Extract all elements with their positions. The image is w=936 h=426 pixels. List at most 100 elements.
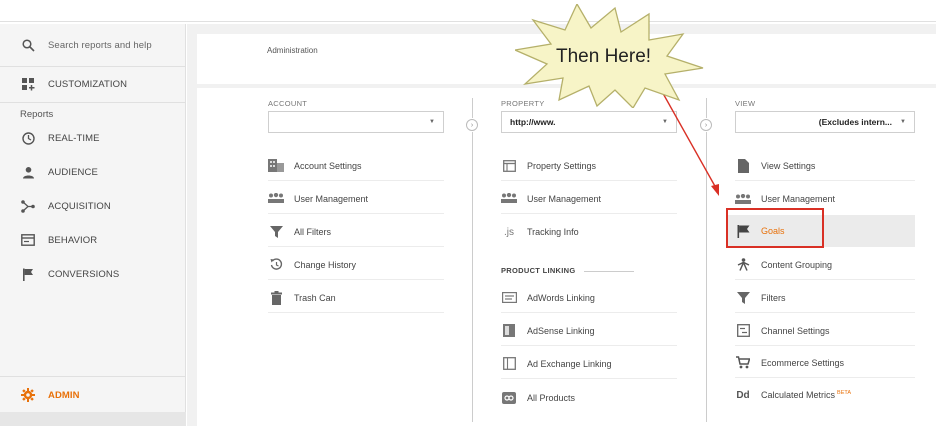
menu-item-label: AdWords Linking: [527, 292, 595, 303]
column-divider: [472, 132, 473, 422]
goals-highlight-box: [726, 208, 824, 248]
acquisition-icon: [20, 198, 36, 214]
adsense-icon: [501, 323, 517, 339]
beta-badge: BETA: [837, 390, 851, 396]
menu-item-channel-settings[interactable]: Channel Settings: [735, 316, 915, 346]
sidebar-item-realtime[interactable]: REAL-TIME: [0, 121, 186, 155]
filter-icon: [735, 290, 751, 306]
sidebar-item-audience[interactable]: AUDIENCE: [0, 155, 186, 189]
page-title: Administration: [267, 46, 318, 55]
users-icon: [735, 191, 751, 207]
sidebar-item-label: ADMIN: [48, 389, 80, 401]
sidebar-divider: [0, 376, 186, 377]
menu-item-all-filters[interactable]: All Filters: [268, 217, 444, 247]
document-icon: [735, 158, 751, 174]
view-select-value: (Excludes intern...: [818, 117, 892, 127]
menu-item-label: View Settings: [761, 160, 816, 171]
menu-item-adwords-linking[interactable]: AdWords Linking: [501, 283, 677, 313]
menu-item-ad-exchange-linking[interactable]: Ad Exchange Linking: [501, 349, 677, 379]
person-icon: [20, 164, 36, 180]
top-bar: [0, 0, 936, 22]
chevron-down-icon: ▼: [900, 119, 906, 125]
menu-item-label: Content Grouping: [761, 259, 833, 270]
column-divider: [706, 132, 707, 422]
menu-item-label: Trash Can: [294, 292, 336, 303]
product-linking-header: PRODUCT LINKING: [501, 266, 634, 275]
view-column-label: VIEW: [735, 99, 756, 108]
account-column-label: ACCOUNT: [268, 99, 308, 108]
reports-section-label: Reports: [20, 109, 54, 120]
property-select[interactable]: http://www. ▼: [501, 111, 677, 133]
menu-item-label: User Management: [761, 194, 836, 204]
column-divider: [472, 98, 473, 118]
menu-item-label: Calculated Metrics BETA: [761, 390, 851, 400]
menu-item-property-settings[interactable]: Property Settings: [501, 151, 677, 181]
sidebar-item-label: ACQUISITION: [48, 200, 111, 212]
menu-item-label: Filters: [761, 292, 786, 303]
sidebar-item-label: AUDIENCE: [48, 166, 98, 178]
menu-item-label: AdSense Linking: [527, 325, 595, 336]
grouping-icon: [735, 257, 751, 273]
menu-item-trash-can[interactable]: Trash Can: [268, 283, 444, 313]
menu-item-calculated-metrics[interactable]: Dd Calculated Metrics BETA: [735, 380, 915, 410]
sidebar-item-customization[interactable]: CUSTOMIZATION: [0, 67, 186, 101]
sidebar-item-label: CUSTOMIZATION: [48, 78, 128, 90]
sidebar-item-label: BEHAVIOR: [48, 234, 98, 246]
view-select[interactable]: (Excludes intern... ▼: [735, 111, 915, 133]
menu-item-label: Change History: [294, 259, 357, 270]
menu-item-all-products[interactable]: All Products: [501, 383, 677, 413]
js-icon: .js: [504, 226, 514, 238]
search-icon: [20, 37, 36, 53]
customization-icon: [20, 76, 36, 92]
building-icon: [268, 158, 284, 174]
history-icon: [268, 257, 284, 273]
menu-item-tracking-info[interactable]: .js Tracking Info: [501, 217, 677, 247]
sidebar-item-label: REAL-TIME: [48, 132, 100, 144]
menu-item-label: All Filters: [294, 226, 332, 237]
trash-icon: [268, 290, 284, 306]
sidebar-item-conversions[interactable]: CONVERSIONS: [0, 257, 186, 291]
chevron-down-icon: ▼: [662, 119, 668, 125]
adwords-icon: [501, 290, 517, 306]
menu-item-property-user-management[interactable]: User Management: [501, 184, 677, 214]
menu-item-change-history[interactable]: Change History: [268, 250, 444, 280]
behavior-icon: [20, 232, 36, 248]
search-placeholder: Search reports and help: [48, 39, 152, 51]
menu-item-ecommerce-settings[interactable]: Ecommerce Settings: [735, 348, 915, 378]
sidebar-collapse-bar[interactable]: [0, 412, 186, 426]
menu-item-filters[interactable]: Filters: [735, 283, 915, 313]
gear-icon: [20, 387, 36, 403]
menu-item-label: Tracking Info: [527, 227, 579, 237]
menu-item-label: Channel Settings: [761, 325, 830, 336]
search-row[interactable]: Search reports and help: [0, 28, 186, 62]
menu-item-label: Account Settings: [294, 160, 362, 171]
channel-icon: [735, 323, 751, 339]
cart-icon: [735, 355, 751, 371]
dd-icon: Dd: [736, 389, 750, 401]
sidebar-item-admin[interactable]: ADMIN: [0, 378, 186, 412]
arrow-right-icon: ›: [466, 119, 478, 131]
window-icon: [501, 158, 517, 174]
filter-icon: [268, 224, 284, 240]
menu-item-view-settings[interactable]: View Settings: [735, 151, 915, 181]
menu-item-account-settings[interactable]: Account Settings: [268, 151, 444, 181]
column-divider: [706, 98, 707, 118]
menu-item-label: User Management: [527, 193, 602, 204]
sidebar-divider: [0, 102, 186, 103]
sidebar-item-label: CONVERSIONS: [48, 268, 120, 280]
users-icon: [501, 191, 517, 207]
menu-item-label: Property Settings: [527, 160, 597, 171]
menu-item-content-grouping[interactable]: Content Grouping: [735, 250, 915, 280]
sidebar: Search reports and help CUSTOMIZATION Re…: [0, 24, 186, 426]
sidebar-item-acquisition[interactable]: ACQUISITION: [0, 189, 186, 223]
menu-item-user-management[interactable]: User Management: [268, 184, 444, 214]
adexchange-icon: [501, 356, 517, 372]
account-select[interactable]: ▼: [268, 111, 444, 133]
property-select-value: http://www.: [510, 117, 556, 127]
sidebar-item-behavior[interactable]: BEHAVIOR: [0, 223, 186, 257]
flag-icon: [20, 266, 36, 282]
menu-item-label: Ad Exchange Linking: [527, 358, 612, 369]
menu-item-adsense-linking[interactable]: AdSense Linking: [501, 316, 677, 346]
menu-item-label: Ecommerce Settings: [761, 357, 845, 368]
menu-item-label: All Products: [527, 393, 576, 403]
